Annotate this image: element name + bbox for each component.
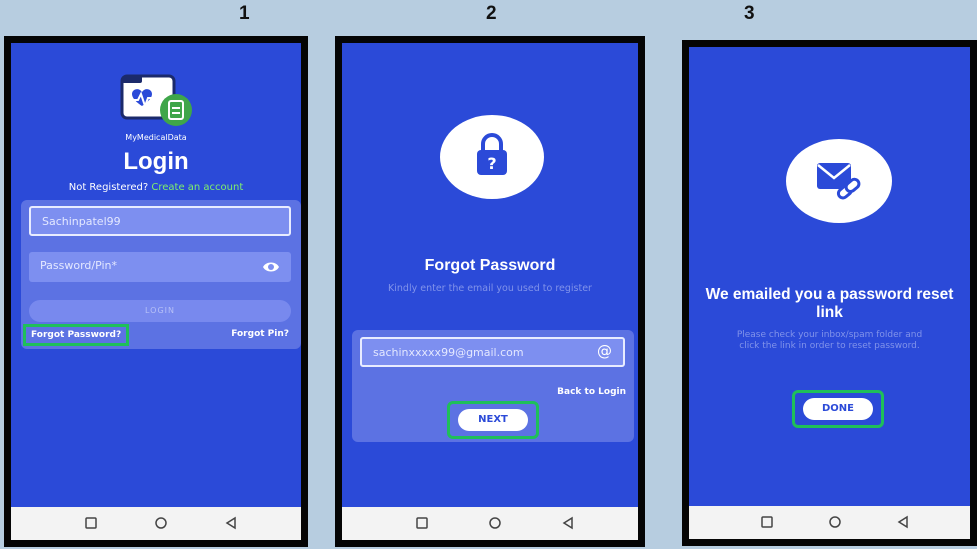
username-field[interactable]: Sachinpatel99	[29, 206, 291, 236]
android-nav-bar	[689, 506, 970, 539]
password-field[interactable]: Password/Pin*	[29, 252, 291, 282]
app-logo-icon	[118, 70, 198, 132]
forgot-password-subtitle: Kindly enter the email you used to regis…	[388, 283, 592, 294]
back-icon[interactable]	[558, 514, 578, 532]
recent-apps-icon[interactable]	[757, 513, 777, 531]
password-placeholder: Password/Pin*	[40, 259, 118, 272]
step-number-2: 2	[486, 3, 497, 24]
svg-text:?: ?	[487, 154, 496, 173]
forgot-password-title: Forgot Password	[424, 257, 556, 274]
home-icon[interactable]	[485, 514, 505, 532]
home-icon[interactable]	[151, 514, 171, 532]
login-title: Login	[123, 148, 189, 175]
android-nav-bar	[342, 507, 638, 540]
email-circle	[786, 139, 892, 223]
done-button[interactable]: DONE	[803, 398, 873, 420]
recent-apps-icon[interactable]	[81, 514, 101, 532]
at-sign-icon: @	[597, 342, 612, 360]
app-name: MyMedicalData	[125, 133, 187, 142]
back-icon[interactable]	[893, 513, 913, 531]
step-number-1: 1	[239, 3, 250, 24]
recent-apps-icon[interactable]	[412, 514, 432, 532]
email-sent-message: Please check your inbox/spam folder and …	[736, 330, 923, 351]
create-account-link[interactable]: Create an account	[151, 182, 243, 193]
email-link-icon	[815, 159, 863, 203]
lock-question-icon: ?	[474, 131, 510, 177]
back-to-login-link[interactable]: Back to Login	[557, 387, 626, 397]
phone-forgot-password-screen: ? Forgot Password Kindly enter the email…	[335, 36, 645, 547]
not-registered-text: Not Registered?	[68, 182, 149, 193]
email-sent-title: We emailed you a password reset link	[705, 286, 954, 321]
home-icon[interactable]	[825, 513, 845, 531]
phone-login-screen: MyMedicalData Login Not Registered? Crea…	[4, 36, 308, 547]
forgot-password-link[interactable]: Forgot Password?	[22, 324, 130, 346]
register-prompt: Not Registered? Create an account	[11, 182, 301, 193]
next-button[interactable]: NEXT	[458, 409, 528, 431]
step-number-3: 3	[744, 3, 755, 24]
phone-email-sent-screen: We emailed you a password reset link Ple…	[682, 40, 977, 546]
android-nav-bar	[11, 507, 301, 540]
login-button[interactable]: LOGIN	[29, 300, 291, 322]
forgot-pin-link[interactable]: Forgot Pin?	[231, 329, 289, 339]
email-field[interactable]: sachinxxxxx99@gmail.com	[360, 337, 625, 367]
back-icon[interactable]	[221, 514, 241, 532]
lock-circle: ?	[440, 115, 544, 199]
show-password-eye-icon[interactable]	[262, 259, 280, 273]
